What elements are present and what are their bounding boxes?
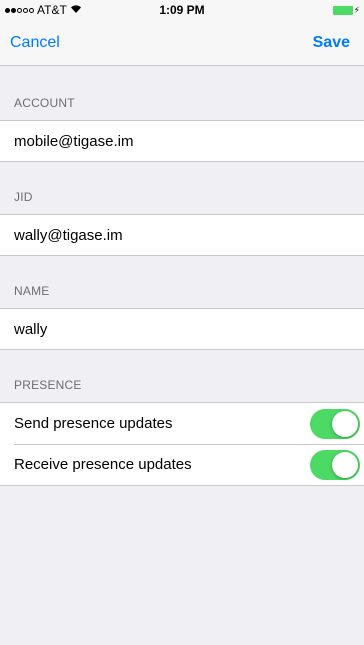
signal-strength-icon: [5, 7, 34, 13]
toggle-knob: [332, 410, 358, 437]
send-presence-row: Send presence updates: [0, 403, 364, 444]
receive-presence-row: Receive presence updates: [0, 444, 364, 485]
presence-group: Send presence updates Receive presence u…: [0, 402, 364, 486]
receive-presence-toggle[interactable]: [310, 449, 360, 480]
jid-section-header: JID: [14, 190, 33, 204]
toggle-knob: [332, 451, 358, 478]
wifi-icon: [70, 3, 82, 17]
battery-icon: ⚡: [332, 4, 360, 16]
carrier-name: AT&T: [37, 3, 67, 17]
cancel-button[interactable]: Cancel: [10, 34, 60, 52]
account-section-header: ACCOUNT: [14, 96, 75, 110]
jid-field[interactable]: [14, 226, 350, 244]
status-bar: AT&T 1:09 PM ⚡: [0, 0, 364, 20]
jid-cell[interactable]: [0, 214, 364, 256]
presence-section-header: PRESENCE: [14, 378, 82, 392]
name-cell[interactable]: [0, 308, 364, 350]
name-field[interactable]: [14, 320, 350, 338]
charging-bolt-icon: ⚡: [353, 4, 360, 15]
send-presence-toggle[interactable]: [310, 408, 360, 439]
navigation-bar: Cancel Save: [0, 20, 364, 66]
account-cell[interactable]: [0, 120, 364, 162]
name-section-header: NAME: [14, 284, 50, 298]
save-button[interactable]: Save: [313, 34, 350, 52]
send-presence-label: Send presence updates: [14, 415, 173, 432]
status-left: AT&T: [5, 3, 82, 17]
account-field[interactable]: [14, 132, 350, 150]
receive-presence-label: Receive presence updates: [14, 456, 192, 473]
